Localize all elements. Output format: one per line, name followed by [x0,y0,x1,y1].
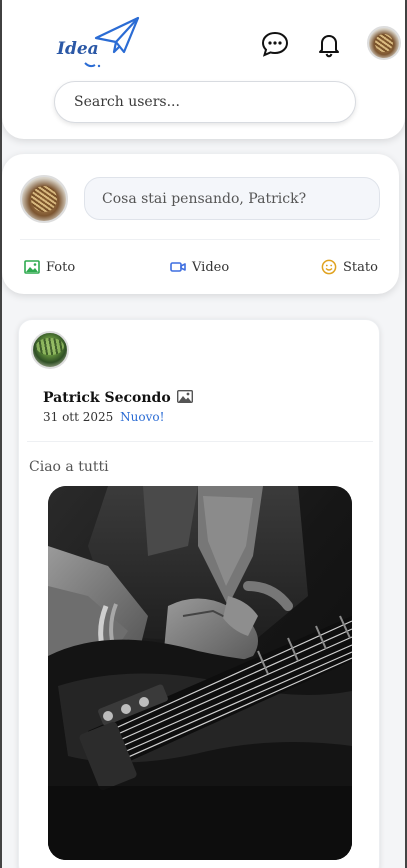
photo-action-button[interactable]: Foto [24,256,75,278]
status-action-label: Stato [343,259,378,275]
post-text: Ciao a tutti [29,459,109,475]
messages-button[interactable] [260,29,290,59]
swoosh-decoration [84,62,101,68]
notifications-button[interactable] [314,29,344,59]
paper-plane-icon [94,16,140,54]
app-logo[interactable]: Idea [54,16,144,72]
video-action-button[interactable]: Video [170,256,229,278]
composer-avatar[interactable] [20,175,68,223]
composer-input[interactable]: Cosa stai pensando, Patrick? [84,177,380,220]
post-date: 31 ott 2025 [43,410,114,424]
post-author-avatar[interactable] [31,331,69,369]
status-action-button[interactable]: Stato [321,256,378,278]
new-badge: Nuovo! [120,410,165,424]
search-input[interactable] [54,81,356,123]
video-action-label: Video [192,259,230,275]
smile-icon [321,259,337,275]
post-card: Patrick Secondo 31 ott 2025 Nuovo! Ciao … [18,319,380,868]
post-author-name: Patrick Secondo [43,390,171,406]
image-post-icon [176,390,193,403]
post-meta: 31 ott 2025 Nuovo! [43,410,164,424]
top-bar: Idea [2,0,405,139]
post-divider [27,441,373,442]
user-avatar[interactable] [367,26,401,60]
chat-bubble-icon [261,31,289,57]
post-image[interactable] [48,486,352,860]
guitar-photo-illustration [48,486,352,860]
logo-text: Idea [57,39,99,59]
composer-divider [20,239,380,240]
bell-icon [319,35,339,58]
photo-icon [24,260,40,274]
post-author[interactable]: Patrick Secondo [43,390,193,406]
video-icon [170,262,186,272]
post-composer: Cosa stai pensando, Patrick? Foto Video … [2,154,399,294]
photo-action-label: Foto [46,259,76,275]
